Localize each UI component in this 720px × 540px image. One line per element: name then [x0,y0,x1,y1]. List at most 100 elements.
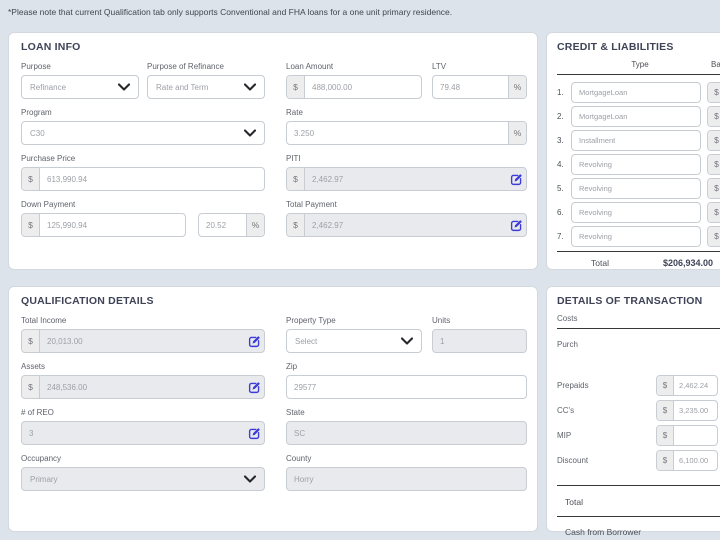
total-income-edit-button[interactable] [245,330,264,352]
down-payment-input[interactable] [40,214,185,236]
rate-input[interactable] [287,122,508,144]
purpose-label: Purpose [21,62,51,71]
loan-amount-label: Loan Amount [286,62,334,71]
edit-pencil-icon [248,334,261,347]
dollar-prefix: $ [657,376,674,395]
zip-input[interactable] [286,375,527,399]
liability-type-input[interactable] [571,105,701,127]
total-income-label: Total Income [21,316,67,325]
header-divider [557,74,720,75]
details-of-transaction-title: DETAILS OF TRANSACTION [557,295,703,307]
units-input [432,329,527,353]
property-type-select[interactable]: Select [286,329,422,353]
discount-input[interactable] [674,451,717,470]
loan-info-title: LOAN INFO [21,41,81,53]
liability-type-input[interactable] [571,81,701,103]
liability-type-input[interactable] [571,129,701,151]
total-payment-label: Total Payment [286,200,337,209]
liability-type-input[interactable] [571,225,701,247]
row-number: 2. [557,111,564,121]
property-type-label: Property Type [286,316,336,325]
liability-row: 6. $ [557,200,720,224]
liability-balance-field: $ [707,153,720,175]
dollar-prefix: $ [708,130,720,150]
dollar-prefix: $ [287,168,305,190]
state-label: State [286,408,305,417]
property-type-value: Select [295,336,318,346]
piti-input [305,168,507,190]
assets-label: Assets [21,362,46,371]
liability-row: 2. $ [557,104,720,128]
row-number: 4. [557,159,564,169]
credit-liabilities-title: CREDIT & LIABILITIES [557,41,674,53]
program-value: C30 [30,128,45,138]
program-label: Program [21,108,52,117]
dollar-prefix: $ [708,82,720,102]
row-number: 5. [557,183,564,193]
num-of-reo-label: # of REO [21,408,54,417]
num-of-reo-field [21,421,265,445]
chevron-down-icon [244,83,256,91]
qualification-note: *Please note that current Qualification … [8,7,453,17]
program-select[interactable]: C30 [21,121,265,145]
liability-row: 3. $ [557,128,720,152]
loan-info-panel: LOAN INFO Purpose Refinance Purpose of R… [8,32,538,270]
dollar-prefix: $ [287,214,305,236]
assets-edit-button[interactable] [245,376,264,398]
total-payment-input [305,214,507,236]
liability-row: 4. $ [557,152,720,176]
down-payment-label: Down Payment [21,200,76,209]
dollar-prefix: $ [657,401,674,420]
purchase-price-field: $ [21,167,265,191]
liability-balance-field: $ [707,81,720,103]
dollar-prefix: $ [22,330,40,352]
liability-type-input[interactable] [571,177,701,199]
down-payment-percent-field: % [198,213,265,237]
ltv-input[interactable] [433,76,508,98]
piti-field: $ [286,167,527,191]
assets-field: $ [21,375,265,399]
chevron-down-icon [244,475,256,483]
liability-row: 5. $ [557,176,720,200]
discount-label: Discount [557,456,589,465]
liability-type-input[interactable] [571,201,701,223]
chevron-down-icon [244,129,256,137]
loan-amount-input[interactable] [305,76,421,98]
transaction-total-label: Total [565,497,583,507]
liability-type-input[interactable] [571,153,701,175]
dollar-prefix: $ [708,154,720,174]
ccs-input[interactable] [674,401,717,420]
chevron-down-icon [118,83,130,91]
liability-balance-field: $ [707,177,720,199]
total-divider [557,251,720,252]
total-payment-edit-button[interactable] [507,214,526,236]
purpose-of-refinance-select[interactable]: Rate and Term [147,75,265,99]
purpose-select[interactable]: Refinance [21,75,139,99]
edit-pencil-icon [248,380,261,393]
dollar-prefix: $ [657,426,674,445]
dollar-prefix: $ [22,214,40,236]
num-of-reo-edit-button[interactable] [245,422,264,444]
purchase-price-input[interactable] [40,168,264,190]
transaction-row: Discount $ [557,449,720,472]
num-of-reo-input [22,422,245,444]
cash-from-borrower-label: Cash from Borrower [565,527,642,537]
liability-balance-field: $ [707,129,720,151]
ccs-label: CC's [557,406,575,415]
percent-suffix: % [508,76,526,98]
piti-edit-button[interactable] [507,168,526,190]
percent-suffix: % [246,214,264,236]
assets-input [40,376,245,398]
down-payment-percent-input[interactable] [199,214,246,236]
row-number: 6. [557,207,564,217]
dollar-prefix: $ [708,226,720,246]
state-input [286,421,527,445]
costs-header: Costs [557,314,578,323]
row-number: 3. [557,135,564,145]
row-number: 7. [557,231,564,241]
loan-amount-field: $ [286,75,422,99]
prepaids-input[interactable] [674,376,717,395]
chevron-down-icon [401,337,413,345]
type-column-header: Type [631,60,649,69]
mip-input[interactable] [674,426,717,445]
